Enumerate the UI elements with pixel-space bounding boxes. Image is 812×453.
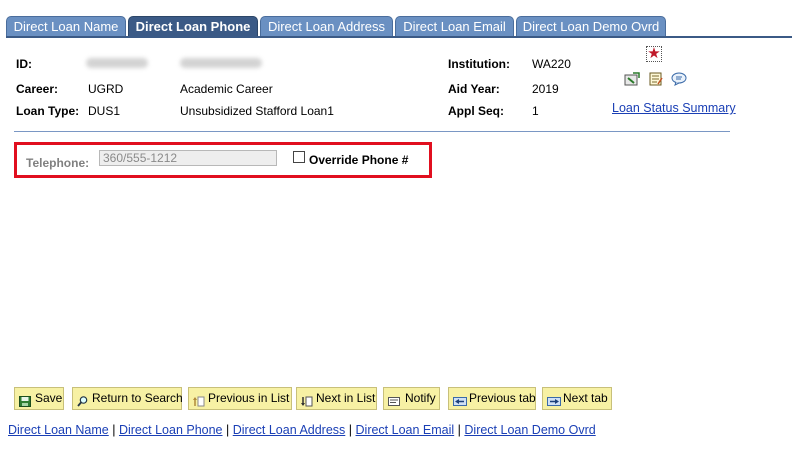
next-in-list-label: Next in List	[316, 391, 376, 405]
next-in-list-button[interactable]: Next in List	[296, 387, 377, 410]
previous-tab-label: Previous tab	[469, 391, 536, 405]
link-separator: |	[226, 423, 230, 437]
bottom-link-direct-loan-phone[interactable]: Direct Loan Phone	[119, 423, 223, 437]
notepad-icon[interactable]	[648, 72, 664, 86]
next-tab-button[interactable]: Next tab	[542, 387, 612, 410]
tab-direct-loan-name[interactable]: Direct Loan Name	[6, 16, 126, 36]
next-list-icon	[301, 393, 313, 407]
link-separator: |	[348, 423, 353, 437]
notify-button[interactable]: Notify	[383, 387, 440, 410]
previous-tab-button[interactable]: Previous tab	[448, 387, 536, 410]
telephone-label: Telephone:	[26, 156, 90, 170]
bottom-page-links: Direct Loan Name | Direct Loan Phone | D…	[8, 423, 596, 437]
loan-type-description: Unsubsidized Stafford Loan1	[180, 104, 334, 118]
bottom-link-direct-loan-name[interactable]: Direct Loan Name	[8, 423, 109, 437]
previous-tab-icon	[453, 393, 467, 406]
save-button[interactable]: Save	[14, 387, 64, 410]
id-label: ID:	[16, 57, 32, 71]
favorite-star-icon[interactable]: ★	[646, 45, 662, 62]
career-value: UGRD	[88, 82, 124, 96]
previous-in-list-button[interactable]: Previous in List	[188, 387, 292, 410]
previous-in-list-label: Previous in List	[208, 391, 290, 405]
return-to-search-button[interactable]: Return to Search	[72, 387, 183, 410]
header-divider	[14, 131, 730, 132]
loan-type-value: DUS1	[88, 104, 121, 118]
bottom-link-direct-loan-address[interactable]: Direct Loan Address	[233, 423, 346, 437]
aid-year-label: Aid Year:	[448, 82, 500, 96]
telephone-input[interactable]: 360/555-1212	[99, 150, 277, 166]
bottom-link-direct-loan-email[interactable]: Direct Loan Email	[356, 423, 455, 437]
save-icon	[19, 393, 31, 407]
loan-status-summary-link[interactable]: Loan Status Summary	[612, 101, 736, 115]
telephone-section: Telephone: 360/555-1212 Override Phone #	[14, 142, 432, 178]
name-value-redacted	[180, 58, 262, 68]
institution-label: Institution:	[448, 57, 510, 71]
career-label: Career:	[16, 82, 59, 96]
bottom-link-direct-loan-demo-ovrd[interactable]: Direct Loan Demo Ovrd	[464, 423, 595, 437]
tab-direct-loan-address[interactable]: Direct Loan Address	[260, 16, 393, 36]
career-description: Academic Career	[180, 82, 273, 96]
next-tab-icon	[547, 393, 561, 406]
appl-seq-label: Appl Seq:	[448, 104, 504, 118]
tab-direct-loan-email[interactable]: Direct Loan Email	[395, 16, 514, 36]
notify-label: Notify	[405, 391, 436, 405]
next-tab-label: Next tab	[563, 391, 608, 405]
link-separator: |	[112, 423, 116, 437]
appl-seq-value: 1	[532, 104, 539, 118]
search-icon	[77, 393, 89, 407]
override-phone-checkbox[interactable]	[293, 151, 305, 163]
aid-year-value: 2019	[532, 82, 559, 96]
comment-bubble-icon[interactable]	[671, 72, 687, 86]
id-value-redacted	[86, 58, 148, 68]
link-separator: |	[457, 423, 461, 437]
override-phone-label: Override Phone #	[309, 153, 409, 167]
institution-value: WA220	[532, 57, 571, 71]
previous-list-icon	[193, 393, 205, 407]
notify-icon	[388, 393, 400, 406]
edit-note-icon[interactable]	[624, 72, 640, 86]
tab-underline	[6, 36, 792, 38]
loan-type-label: Loan Type:	[16, 104, 80, 118]
tab-direct-loan-demo-ovrd[interactable]: Direct Loan Demo Ovrd	[516, 16, 666, 36]
return-to-search-label: Return to Search	[92, 391, 183, 405]
tab-direct-loan-phone[interactable]: Direct Loan Phone	[128, 16, 258, 36]
save-label: Save	[35, 391, 63, 405]
